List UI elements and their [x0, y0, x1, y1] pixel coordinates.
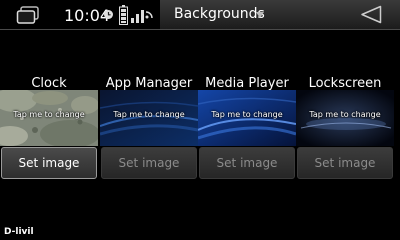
- wallpaper-thumbnail-media-player[interactable]: Tap me to change: [198, 90, 296, 146]
- menu-arrow-icon: [256, 12, 264, 18]
- footer-text: D-livil: [4, 227, 34, 237]
- status-bar: 10:04 Backgrounds: [0, 0, 400, 30]
- tap-to-change-label: Tap me to change: [211, 110, 283, 119]
- battery-icon: [119, 5, 128, 25]
- tap-to-change-label: Tap me to change: [113, 110, 185, 119]
- wallpaper-thumbnail-app-manager[interactable]: Tap me to change: [100, 90, 198, 146]
- wallpaper-label-clock: Clock: [31, 76, 67, 91]
- windows-icon[interactable]: [16, 6, 40, 24]
- alarm-icon: [104, 10, 113, 19]
- status-area[interactable]: 10:04: [0, 0, 160, 29]
- signal-icon: [131, 10, 153, 23]
- set-image-button-clock[interactable]: Set image: [1, 147, 97, 179]
- set-image-button-media-player[interactable]: Set image: [199, 147, 295, 179]
- app-title-menu[interactable]: Backgrounds: [163, 0, 313, 29]
- set-image-button-lockscreen[interactable]: Set image: [297, 147, 393, 179]
- wallpaper-thumbnail-lockscreen[interactable]: Tap me to change: [296, 90, 394, 146]
- back-icon: [361, 5, 382, 24]
- tap-to-change-label: Tap me to change: [13, 110, 85, 119]
- set-image-button-app-manager[interactable]: Set image: [101, 147, 197, 179]
- wallpaper-label-media-player: Media Player: [205, 76, 289, 91]
- wallpaper-thumbnail-clock[interactable]: Tap me to change: [0, 90, 98, 146]
- wallpaper-label-app-manager: App Manager: [105, 76, 193, 91]
- wallpaper-label-lockscreen: Lockscreen: [308, 76, 382, 91]
- app-title: Backgrounds: [174, 6, 265, 22]
- tap-to-change-label: Tap me to change: [309, 110, 381, 119]
- back-button[interactable]: [346, 0, 400, 29]
